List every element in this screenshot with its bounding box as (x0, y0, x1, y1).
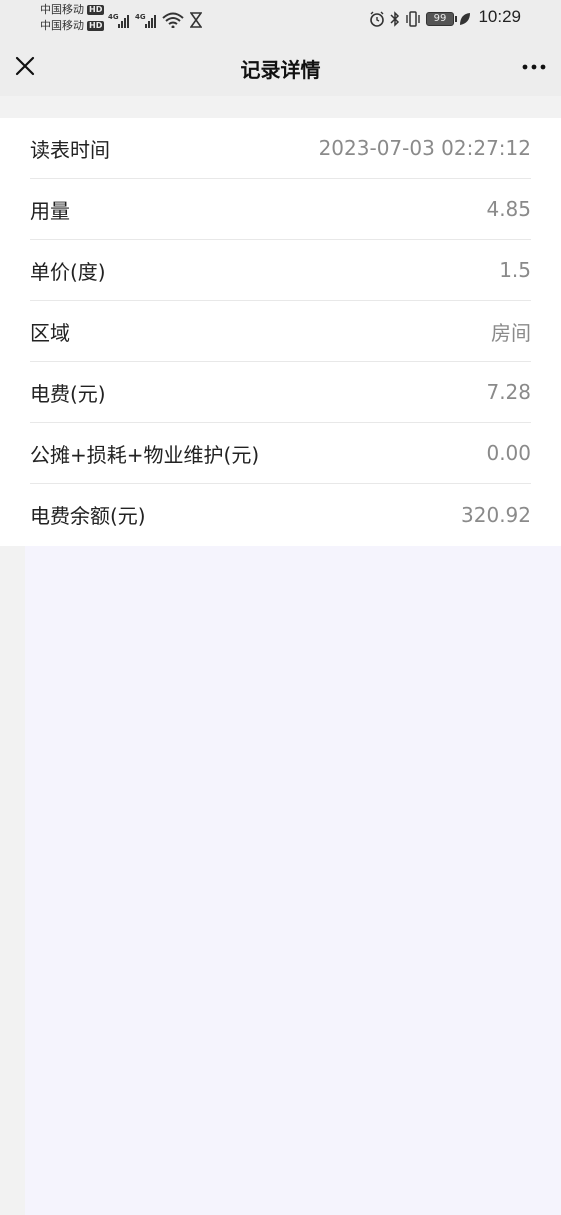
detail-row-reading-time: 读表时间 2023-07-03 02:27:12 (30, 118, 531, 179)
row-value: 320.92 (461, 502, 531, 527)
record-detail-page: 中国移动 HD 中国移动 HD 4G 4G 99 10:29 记录详情 读表时间… (0, 0, 561, 1215)
more-icon[interactable] (521, 56, 547, 78)
row-label: 用量 (30, 198, 70, 223)
nav-bar: 记录详情 (0, 38, 561, 96)
status-bar: 中国移动 HD 中国移动 HD 4G 4G 99 10:29 (0, 0, 561, 38)
empty-content-area (25, 546, 561, 1215)
detail-row-usage: 用量 4.85 (30, 179, 531, 240)
detail-row-electricity-fee: 电费(元) 7.28 (30, 362, 531, 423)
detail-row-shared-fee: 公摊+损耗+物业维护(元) 0.00 (30, 423, 531, 484)
signal-indicators: 4G 4G (108, 8, 202, 28)
row-value: 7.28 (486, 380, 531, 404)
row-value: 0.00 (486, 441, 531, 465)
hd-badge-2: HD (87, 21, 105, 31)
row-label: 公摊+损耗+物业维护(元) (30, 442, 260, 467)
detail-list: 读表时间 2023-07-03 02:27:12 用量 4.85 单价(度) 1… (0, 118, 561, 546)
hourglass-icon (190, 12, 202, 28)
leaf-icon (460, 13, 470, 25)
page-title: 记录详情 (240, 58, 321, 82)
row-label: 单价(度) (30, 259, 106, 284)
wifi-icon (162, 12, 184, 28)
row-value: 1.5 (499, 258, 531, 282)
row-value: 2023-07-03 02:27:12 (318, 136, 531, 160)
signal-icon: 4G (135, 13, 156, 28)
network-type-2: 4G (135, 13, 146, 21)
alarm-icon (370, 11, 384, 27)
carrier-info: 中国移动 HD 中国移动 HD (40, 2, 105, 34)
row-label: 区域 (30, 320, 70, 345)
vibrate-icon (406, 11, 420, 27)
detail-row-unit-price: 单价(度) 1.5 (30, 240, 531, 301)
carrier-name-1: 中国移动 (40, 3, 84, 16)
row-label: 电费(元) (30, 381, 106, 406)
carrier-name-2: 中国移动 (40, 19, 84, 32)
bluetooth-icon (390, 11, 400, 27)
signal-icon: 4G (108, 13, 129, 28)
clock-time: 10:29 (478, 7, 521, 26)
battery-icon: 99 (426, 12, 457, 26)
row-label: 读表时间 (30, 137, 110, 162)
network-type-1: 4G (108, 13, 119, 21)
row-value: 4.85 (486, 197, 531, 221)
hd-badge-1: HD (87, 5, 105, 15)
status-right-icons: 99 (369, 8, 471, 30)
row-label: 电费余额(元) (30, 504, 146, 528)
detail-row-area: 区域 房间 (30, 301, 531, 362)
detail-row-balance: 电费余额(元) 320.92 (30, 484, 531, 545)
row-value: 房间 (491, 320, 531, 345)
